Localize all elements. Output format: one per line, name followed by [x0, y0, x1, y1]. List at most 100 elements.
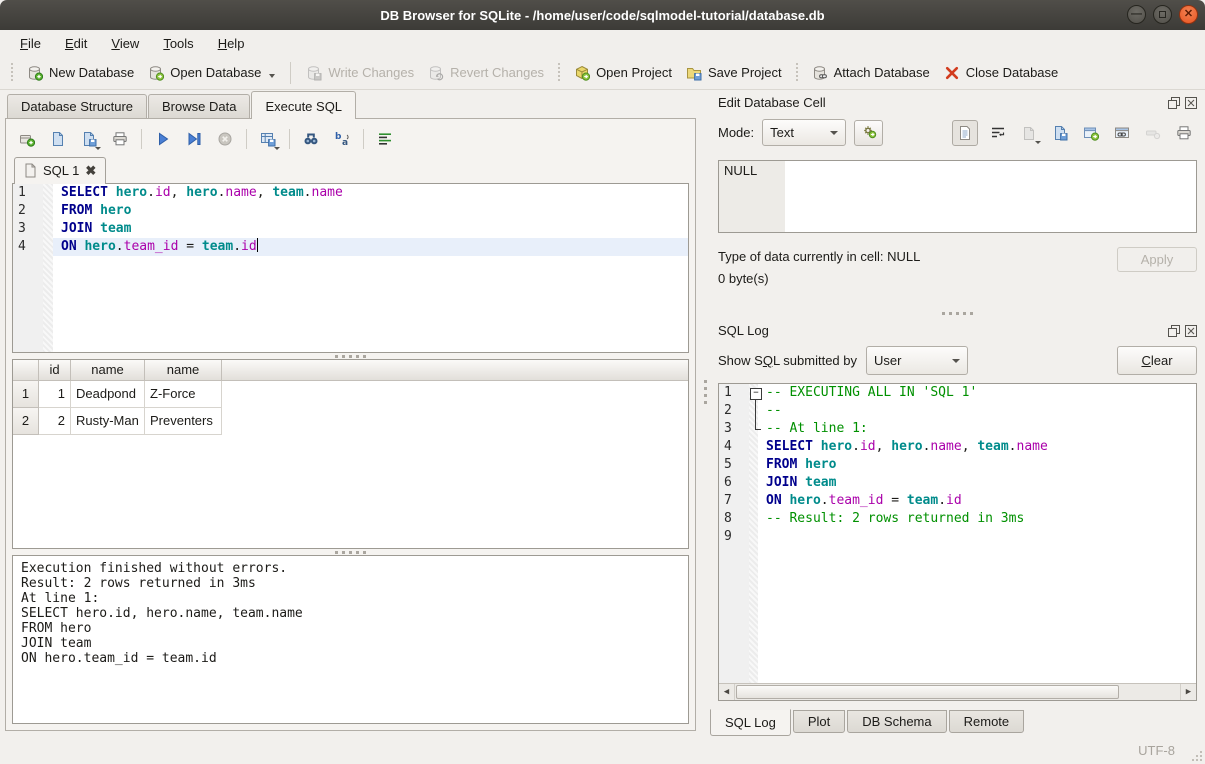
close-button[interactable]: ✕ [1179, 5, 1198, 24]
left-pane: Database StructureBrowse DataExecute SQL… [0, 90, 700, 737]
dropdown-caret-icon[interactable] [95, 147, 101, 150]
editor-line[interactable]: 2FROM hero [13, 202, 688, 220]
code-text[interactable]: ON hero.team_id = team.id [53, 238, 688, 256]
corner-header[interactable] [13, 360, 39, 380]
scroll-thumb[interactable] [736, 685, 1119, 699]
export-data-icon[interactable] [1049, 122, 1071, 144]
print-cell-icon[interactable] [1173, 122, 1195, 144]
log-line: 2 -- [719, 402, 1196, 420]
float-dock-icon[interactable] [1168, 325, 1180, 337]
open-sql-file-icon[interactable] [47, 128, 69, 150]
menu-view[interactable]: View [101, 33, 149, 54]
tab-execute-sql[interactable]: Execute SQL [251, 91, 356, 119]
menu-tools[interactable]: Tools [153, 33, 203, 54]
log-line: 3-- At line 1: [719, 420, 1196, 438]
menubar: FileEditViewToolsHelp [0, 30, 1205, 56]
open-project-button[interactable]: Open Project [567, 61, 679, 85]
open-database-button[interactable]: Open Database [141, 61, 282, 85]
clear-log-button[interactable]: Clear [1117, 346, 1197, 375]
execute-line-icon[interactable] [183, 128, 205, 150]
fold-margin [43, 184, 53, 202]
text-view-icon[interactable] [952, 120, 978, 146]
dock-tab-plot[interactable]: Plot [793, 710, 845, 733]
new-sql-tab-icon[interactable] [16, 128, 38, 150]
cell-size-info: 0 byte(s) [718, 271, 1197, 286]
dock-splitter[interactable] [710, 308, 1205, 318]
sql-log-lines[interactable]: 1-- EXECUTING ALL IN 'SQL 1'2--3-- At li… [719, 384, 1196, 684]
editor-line[interactable]: 1SELECT hero.id, hero.name, team.name [13, 184, 688, 202]
close-dock-icon[interactable] [1185, 97, 1197, 109]
editor-line[interactable]: 4ON hero.team_id = team.id [13, 238, 688, 256]
attach-database-button[interactable]: Attach Database [805, 61, 937, 85]
dock-tab-sql-log[interactable]: SQL Log [710, 709, 791, 736]
sql-document-tab[interactable]: SQL 1 ✖ [14, 157, 106, 184]
find-replace-icon[interactable]: ba [331, 128, 353, 150]
row-header[interactable]: 1 [13, 381, 39, 408]
menu-help[interactable]: Help [208, 33, 255, 54]
row-header[interactable]: 2 [13, 408, 39, 435]
float-dock-icon[interactable] [1168, 97, 1180, 109]
table-cell[interactable]: Z-Force [145, 381, 222, 408]
toolbar-handle[interactable] [557, 63, 561, 83]
close-dock-icon[interactable] [1185, 325, 1197, 337]
editor-line[interactable]: 3JOIN team [13, 220, 688, 238]
log-line: 9 [719, 528, 1196, 546]
dock-tab-db-schema[interactable]: DB Schema [847, 710, 946, 733]
column-header-name[interactable]: name [145, 360, 222, 380]
line-number: 2 [719, 402, 749, 420]
column-header-id[interactable]: id [39, 360, 71, 380]
code-text[interactable]: FROM hero [53, 202, 688, 220]
close-database-button[interactable]: Close Database [937, 61, 1066, 85]
dropdown-caret-icon[interactable] [269, 74, 275, 78]
sql-log-title: SQL Log [718, 323, 1168, 338]
scroll-right-icon[interactable]: ▶ [1180, 684, 1196, 700]
find-icon[interactable] [300, 128, 322, 150]
code-text[interactable]: SELECT hero.id, hero.name, team.name [53, 184, 688, 202]
auto-apply-button[interactable] [854, 120, 883, 146]
toolbar-handle[interactable] [795, 63, 799, 83]
mode-select[interactable]: Text [762, 119, 846, 146]
tab-browse-data[interactable]: Browse Data [148, 94, 250, 118]
menu-file[interactable]: File [10, 33, 51, 54]
resize-grip[interactable] [1189, 748, 1202, 761]
cell-text-area[interactable] [785, 161, 1196, 232]
save-sql-file-icon[interactable] [78, 128, 100, 150]
export-results-icon[interactable] [257, 128, 279, 150]
scroll-left-icon[interactable]: ◀ [719, 684, 735, 700]
print-icon[interactable] [109, 128, 131, 150]
table-cell[interactable]: 1 [39, 381, 71, 408]
filter-label: Show SQL submitted by [718, 353, 857, 368]
table-cell[interactable]: Preventers [145, 408, 222, 435]
log-horizontal-scrollbar[interactable]: ◀ ▶ [719, 683, 1196, 700]
new-database-button[interactable]: New Database [20, 61, 141, 85]
submitted-by-select[interactable]: User [866, 346, 968, 375]
table-cell[interactable]: 2 [39, 408, 71, 435]
table-cell[interactable]: Rusty-Man [71, 408, 145, 435]
cell-null-value: NULL [719, 161, 785, 232]
open-external-icon[interactable] [1080, 122, 1102, 144]
cell-content-editor[interactable]: NULL [718, 160, 1197, 233]
column-header-name[interactable]: name [71, 360, 145, 380]
dropdown-caret-icon[interactable] [1035, 141, 1041, 144]
panel-splitter[interactable] [700, 90, 710, 737]
maximize-button[interactable] [1153, 5, 1172, 24]
dropdown-caret-icon[interactable] [274, 147, 280, 150]
code-text[interactable]: JOIN team [53, 220, 688, 238]
toolbar-handle[interactable] [10, 63, 14, 83]
dock-tab-remote[interactable]: Remote [949, 710, 1025, 733]
minimize-button[interactable]: — [1127, 5, 1146, 24]
fold-marker[interactable] [749, 384, 763, 402]
sql-document-icon [23, 163, 37, 179]
table-cell[interactable]: Deadpond [71, 381, 145, 408]
copy-link-icon[interactable] [1111, 122, 1133, 144]
log-text: -- [763, 402, 1196, 420]
scroll-track[interactable] [735, 684, 1180, 700]
format-sql-icon[interactable] [374, 128, 396, 150]
close-sql-tab-icon[interactable]: ✖ [85, 164, 96, 177]
word-wrap-icon[interactable] [987, 122, 1009, 144]
sql-editor[interactable]: 1SELECT hero.id, hero.name, team.name2FR… [12, 183, 689, 353]
menu-edit[interactable]: Edit [55, 33, 97, 54]
tab-database-structure[interactable]: Database Structure [7, 94, 147, 118]
save-project-button[interactable]: Save Project [679, 61, 789, 85]
execute-all-icon[interactable] [152, 128, 174, 150]
